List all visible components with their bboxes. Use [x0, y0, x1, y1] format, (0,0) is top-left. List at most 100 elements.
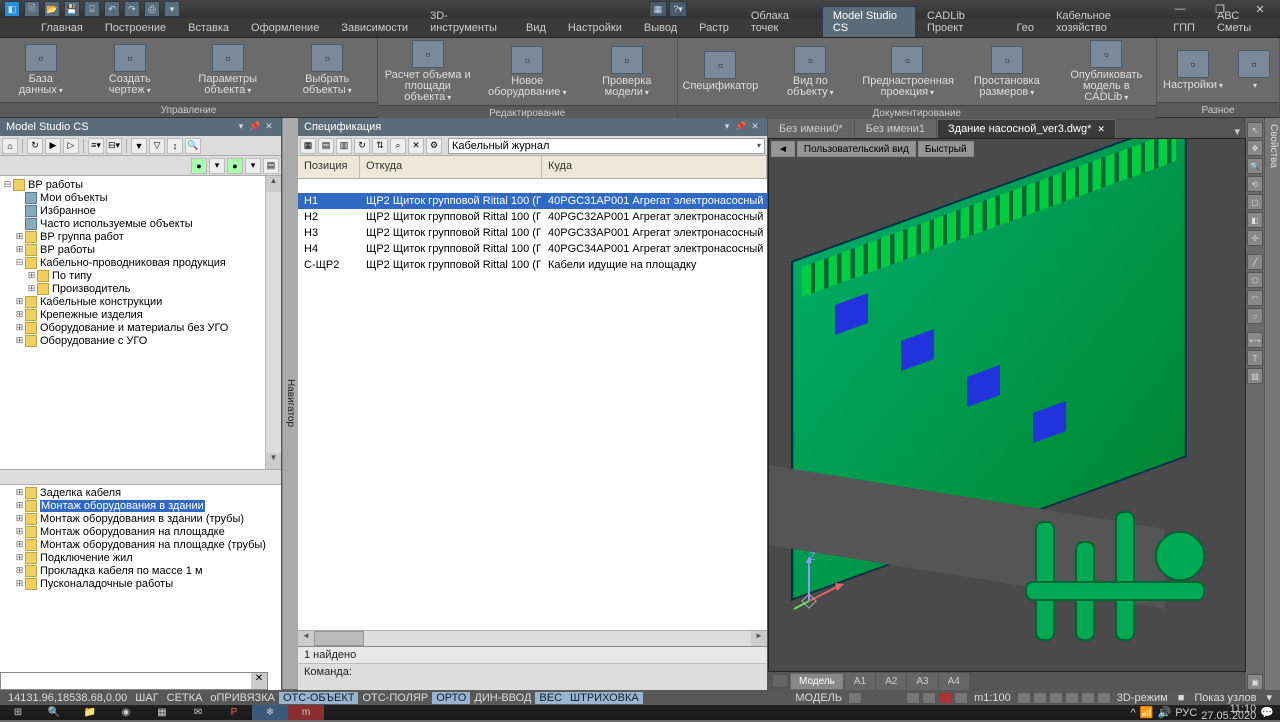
menu-tab[interactable]: 3D-инструменты	[419, 6, 515, 37]
3d-viewport[interactable]: ◄ Пользовательский вид Быстрый	[768, 138, 1246, 672]
spec-pin-icon[interactable]: ▾	[721, 121, 733, 133]
tree-node[interactable]: ⊞ВР работы	[2, 243, 279, 256]
rt-last-icon[interactable]: ▣	[1247, 674, 1263, 690]
left-side-tabs[interactable]: НавигаторСвойства ста...Библиотека ста..…	[282, 118, 298, 690]
tree-node[interactable]: ⊞Пусконаладочные работы	[2, 578, 279, 591]
st-1-icon[interactable]: ▦	[300, 138, 316, 154]
st-2-icon[interactable]: ▤	[318, 138, 334, 154]
qat-print-icon[interactable]: ⎙	[144, 1, 160, 17]
ribbon-button[interactable]: ▫Расчет объема и площади объекта	[378, 38, 478, 105]
tree-node[interactable]: ⊞Монтаж оборудования в здании (трубы)	[2, 513, 279, 526]
tray-up-icon[interactable]: ^	[1131, 707, 1136, 719]
document-tab[interactable]: Здание насосной_ver3.dwg*✕	[937, 119, 1116, 138]
table-row[interactable]: Н2ЩР2 Щиток групповой Rittal 100 (ПРИ...…	[298, 209, 767, 225]
table-row[interactable]: Н3ЩР2 Щиток групповой Rittal 100 (ПРИ...…	[298, 225, 767, 241]
qat-undo-icon[interactable]: ↶	[104, 1, 120, 17]
help-icon[interactable]: ?▾	[669, 1, 687, 17]
axis-gizmo[interactable]: Z	[789, 551, 849, 611]
doc-tabs-more-icon[interactable]: ▾	[1228, 125, 1246, 138]
st-8-icon[interactable]: ⚙	[426, 138, 442, 154]
qat-new-icon[interactable]: 🗎	[24, 1, 40, 17]
si3-icon[interactable]	[938, 692, 952, 704]
rt-box-icon[interactable]: ▢	[1247, 194, 1263, 210]
outlook-icon[interactable]: ✉	[180, 705, 216, 720]
menu-tab[interactable]: Model Studio CS	[822, 6, 916, 37]
status-mode[interactable]: 3D-режим	[1113, 692, 1172, 704]
spec-close-icon[interactable]: ✕	[749, 121, 761, 133]
layout-tab[interactable]: А4	[939, 673, 969, 690]
rt-cursor-icon[interactable]: ↖	[1247, 122, 1263, 138]
status-toggle[interactable]: ВЕС	[535, 692, 566, 704]
ribbon-button[interactable]: ▫Опубликовать модель в CADLib	[1057, 38, 1157, 105]
menu-tab[interactable]: Вывод	[633, 18, 688, 37]
tree-node[interactable]: ⊞Прокладка кабеля по массе 1 м	[2, 565, 279, 578]
rt-line-icon[interactable]: ╱	[1247, 254, 1263, 270]
rt-zoom-icon[interactable]: 🔍	[1247, 158, 1263, 174]
tree-node[interactable]: Часто используемые объекты	[2, 217, 279, 230]
tree-node[interactable]: ⊞Монтаж оборудования в здании	[2, 500, 279, 513]
rt-circle-icon[interactable]: ○	[1247, 308, 1263, 324]
vp-view-button[interactable]: Пользовательский вид	[797, 141, 916, 157]
rt-hatch-icon[interactable]: ▨	[1247, 368, 1263, 384]
layout-tab[interactable]: Модель	[790, 673, 844, 690]
rt-arc-icon[interactable]: ◠	[1247, 290, 1263, 306]
tray-notif-icon[interactable]: 💬	[1260, 706, 1274, 719]
rt-orbit-icon[interactable]: ⟲	[1247, 176, 1263, 192]
powerpoint-icon[interactable]: P	[216, 705, 252, 720]
menu-tab[interactable]: Кабельное хозяйство	[1045, 6, 1162, 37]
properties-tab[interactable]: Свойства	[1264, 118, 1280, 690]
app2-icon[interactable]: ❄	[252, 705, 288, 720]
status-toggle[interactable]: ШТРИХОВКА	[566, 692, 643, 704]
menu-tab[interactable]: ГПП	[1162, 18, 1206, 37]
tree-node[interactable]: ⊞Монтаж оборудования на площадке	[2, 526, 279, 539]
menu-tab[interactable]: Построение	[94, 18, 177, 37]
si7-icon[interactable]	[1049, 692, 1063, 704]
status-lock-icon[interactable]	[848, 692, 862, 704]
ribbon-button[interactable]: ▫Выбрать объекты	[277, 38, 376, 102]
rt-poly-icon[interactable]: ⬠	[1247, 272, 1263, 288]
menu-tab[interactable]: Растр	[688, 18, 740, 37]
tray-lang[interactable]: РУС	[1175, 707, 1197, 719]
ribbon-button[interactable]: ▫Вид по объекту	[763, 38, 857, 105]
tree-node[interactable]: ⊞По типу	[2, 269, 279, 282]
si2-icon[interactable]	[922, 692, 936, 704]
object-tree[interactable]: ⊟ВР работыМои объектыИзбранноеЧасто испо…	[0, 176, 281, 349]
vp-back-icon[interactable]: ◄	[771, 141, 795, 157]
si4-icon[interactable]	[954, 692, 968, 704]
cmd-prompt[interactable]: Команда:	[298, 663, 767, 680]
col-pos[interactable]: Позиция	[298, 156, 360, 178]
si5-icon[interactable]	[1017, 692, 1031, 704]
ribbon-button[interactable]: ▫Преднастроенная проекция	[858, 38, 958, 105]
layout-tab[interactable]: А1	[845, 673, 875, 690]
command-input-close-icon[interactable]: ✕	[251, 673, 267, 689]
rt-pan-icon[interactable]: ✥	[1247, 140, 1263, 156]
tree-node[interactable]: ⊟ВР работы	[2, 178, 279, 191]
status-toggle[interactable]: ОРТО	[432, 692, 470, 704]
tree-node[interactable]: ⊞Оборудование с УГО	[2, 334, 279, 347]
explorer-icon[interactable]: 📁	[72, 705, 108, 720]
command-input[interactable]	[1, 673, 251, 689]
tb-next-icon[interactable]: ▷	[63, 138, 79, 154]
tree-node[interactable]: ⊞Заделка кабеля	[2, 487, 279, 500]
menu-tab[interactable]: Вид	[515, 18, 557, 37]
menu-tab[interactable]: Гео	[1006, 18, 1045, 37]
status-toggle[interactable]: ОТС-ОБЪЕКТ	[279, 692, 358, 704]
document-tab[interactable]: Без имени0*	[768, 119, 854, 138]
menu-tab[interactable]: Облака точек	[740, 6, 822, 37]
tree-node[interactable]: ⊞Монтаж оборудования на площадке (трубы)	[2, 539, 279, 552]
st-5-icon[interactable]: ⇅	[372, 138, 388, 154]
status-toggle[interactable]: ШАГ	[131, 692, 162, 704]
side-tab[interactable]: Навигатор	[283, 118, 298, 690]
menu-tab[interactable]: Оформление	[240, 18, 330, 37]
si9-icon[interactable]	[1081, 692, 1095, 704]
menu-tab[interactable]: Главная	[30, 18, 94, 37]
status-toggle[interactable]: оПРИВЯЗКА	[206, 692, 279, 704]
layout-tab[interactable]: А2	[876, 673, 906, 690]
si1-icon[interactable]	[906, 692, 920, 704]
status-toggle[interactable]: ОТС-ПОЛЯР	[358, 692, 432, 704]
vp-style-button[interactable]: Быстрый	[918, 141, 974, 157]
menu-tab[interactable]: CADLib Проект	[916, 6, 1006, 37]
tree-node[interactable]: ⊟Кабельно-проводниковая продукция	[2, 256, 279, 269]
tree-node[interactable]: ⊞Производитель	[2, 282, 279, 295]
rt-text-icon[interactable]: T	[1247, 350, 1263, 366]
